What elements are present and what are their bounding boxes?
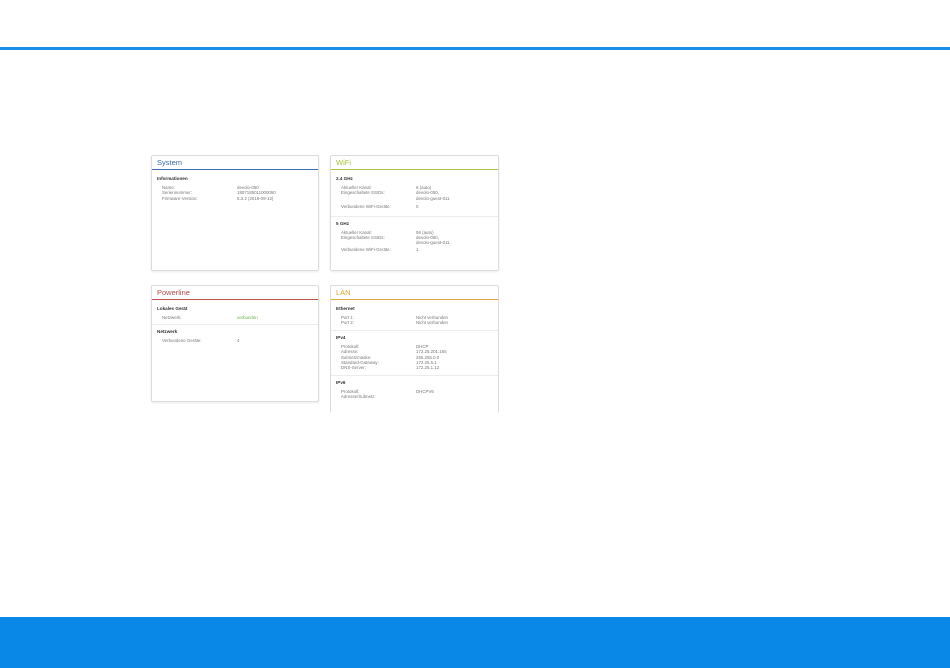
wifi-card: WiFi 2.4 GHz Aktueller Kanal: 6 (auto) E… (330, 155, 499, 271)
row-value: 0 (416, 204, 419, 210)
divider (331, 374, 498, 376)
wifi-24-devices-row: Verbundene WiFi-Geräte: 0 (331, 204, 498, 209)
powerline-card: Powerline Lokales Gerät Netzwerk: verbun… (151, 285, 319, 402)
row-value: 1 (416, 246, 419, 252)
row-value: Nicht verbunden (416, 320, 448, 326)
wifi-24-ssids-row-cont: devolo-guest-011 (331, 196, 498, 201)
network-status-value: verbunden (237, 315, 258, 320)
header-accent-line (0, 47, 950, 50)
divider (331, 215, 498, 217)
wifi-24-section-title: 2.4 GHz (336, 176, 353, 181)
lan-ipv4-section-title: IPv4 (336, 334, 346, 340)
footer-band (0, 617, 950, 668)
row-label: Firmware-Version: (162, 195, 198, 201)
powerline-card-title: Powerline (152, 286, 318, 300)
wifi-5-section-title: 5 GHz (336, 220, 350, 226)
system-card-title: System (152, 156, 318, 170)
lan-ipv6-section-title: IPv6 (336, 379, 346, 385)
powerline-local-section-title: Lokales Gerät (157, 306, 188, 311)
wifi-card-title: WiFi (331, 156, 498, 170)
divider (331, 329, 498, 331)
row-value: 5.3.2 (2019-09-12) (237, 195, 274, 201)
lan-ethernet-section-title: Ethernet (336, 306, 355, 311)
row-label: DNS-Server: (341, 365, 366, 371)
wifi-5-ssids-row-cont: devolo-guest-011 (331, 240, 498, 245)
powerline-network-row: Netzwerk: verbunden (152, 315, 318, 320)
row-value: 4 (237, 338, 240, 344)
lan-card-title: LAN (331, 286, 498, 300)
row-label: Netzwerk: (162, 315, 182, 320)
divider (152, 324, 318, 326)
row-label: Adresse/Subnetz: (341, 394, 376, 400)
powerline-devices-row: Verbundene Geräte: 4 (152, 338, 318, 343)
row-label: Verbundene Geräte: (162, 338, 202, 344)
system-row-firmware: Firmware-Version: 5.3.2 (2019-09-12) (152, 196, 318, 201)
lan-ipv6-address-row: Adresse/Subnetz: (331, 394, 498, 399)
row-value: devolo-guest-011 (416, 195, 450, 201)
row-label: Verbundene WiFi-Geräte: (341, 246, 391, 252)
lan-card: LAN Ethernet Port 1: Nicht verbunden Por… (330, 285, 499, 413)
system-section-title: Informationen (157, 176, 188, 181)
powerline-network-section-title: Netzwerk (157, 329, 178, 335)
lan-ipv4-dns-row: DNS-Server: 172.25.1.12 (331, 365, 498, 370)
row-value: 172.25.1.12 (416, 365, 440, 371)
row-label: Verbundene WiFi-Geräte: (341, 204, 391, 210)
lan-port2-row: Port 2: Nicht verbunden (331, 320, 498, 325)
system-card: System Informationen Name: devolo-050 Se… (151, 155, 319, 271)
wifi-5-devices-row: Verbundene WiFi-Geräte: 1 (331, 247, 498, 252)
row-label: Port 2: (341, 320, 354, 326)
row-value: devolo-guest-011 (416, 240, 450, 246)
